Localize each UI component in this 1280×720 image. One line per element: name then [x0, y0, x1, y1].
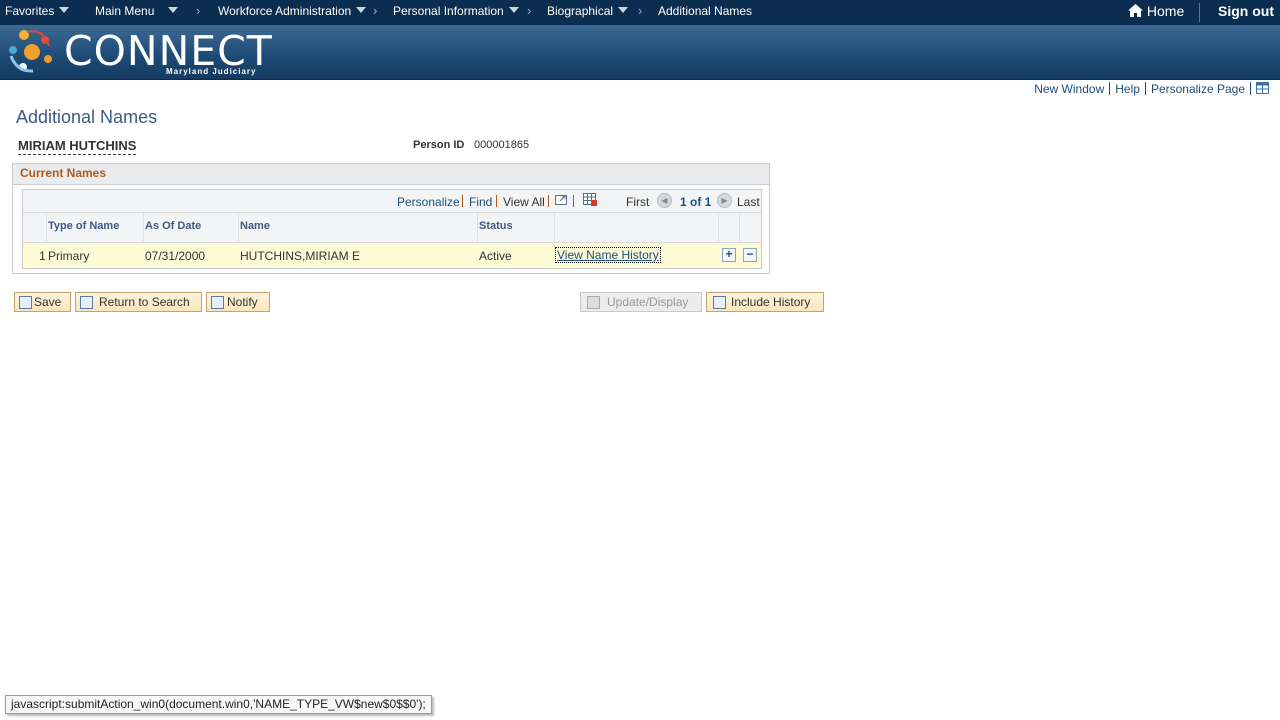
favorites-label: Favorites [5, 4, 55, 18]
signout-link[interactable]: Sign out [1218, 3, 1274, 19]
personalize-grid-link[interactable]: Personalize [397, 195, 460, 209]
group-title: Current Names [20, 166, 107, 180]
group-header: Current Names [13, 164, 769, 185]
view-name-history-link[interactable]: View Name History [555, 247, 661, 263]
save-label: Save [34, 295, 62, 309]
breadcrumb-additional-names: Additional Names [658, 4, 753, 18]
person-name[interactable]: MIRIAM HUTCHINS [18, 138, 137, 155]
help-link[interactable]: Help [1115, 82, 1140, 96]
view-all-link[interactable]: View All [503, 195, 545, 209]
main-menu-label: Main Menu [95, 4, 155, 18]
page-links: New Window Help Personalize Page [1034, 82, 1269, 96]
cell-status: Active [479, 249, 512, 263]
breadcrumb-workforce-administration[interactable]: Workforce Administration [218, 4, 367, 18]
row-number: 1 [39, 249, 46, 263]
include-history-icon [713, 296, 726, 309]
chevron-right-icon: › [196, 3, 201, 18]
next-icon[interactable]: ▶ [717, 193, 732, 208]
return-to-search-button[interactable]: Return to Search [75, 292, 202, 312]
grid-nav-bar: Personalize Find View All First ◀ 1 of 1… [23, 190, 761, 213]
page-title: Additional Names [16, 107, 158, 127]
notify-icon [211, 296, 224, 309]
column-header-name[interactable]: Name [240, 220, 270, 232]
zoom-grid-icon[interactable] [555, 194, 568, 206]
return-label: Return to Search [99, 295, 190, 309]
breadcrumb-label: Biographical [547, 4, 614, 18]
chevron-down-icon [618, 7, 629, 13]
include-label: Include History [731, 295, 811, 309]
column-header-date[interactable]: As Of Date [145, 220, 201, 232]
grid-header-row: Type of Name As Of Date Name Status [23, 213, 761, 243]
chevron-down-icon [168, 7, 179, 13]
nav-divider [496, 195, 497, 207]
chevron-down-icon [508, 7, 519, 13]
cell-name: HUTCHINS,MIRIAM E [240, 249, 360, 263]
home-label: Home [1146, 3, 1185, 19]
home-link[interactable]: Home [1128, 3, 1184, 19]
column-header-type[interactable]: Type of Name [48, 220, 119, 232]
nav-divider [462, 195, 463, 207]
browser-status-bar: javascript:submitAction_win0(document.wi… [5, 695, 432, 714]
column-divider [739, 213, 740, 242]
chevron-right-icon: › [527, 3, 532, 18]
include-history-button[interactable]: Include History [706, 292, 824, 312]
home-icon [1128, 4, 1143, 17]
save-button[interactable]: Save [14, 292, 71, 312]
nav-divider [573, 195, 574, 207]
breadcrumb-label: Workforce Administration [218, 4, 352, 18]
chevron-down-icon [59, 7, 70, 13]
logo-subtitle: Maryland Judiciary [166, 67, 257, 76]
column-divider [143, 213, 144, 242]
top-nav: Favorites Main Menu › Workforce Administ… [0, 0, 1280, 25]
table-row: 1 Primary 07/31/2000 HUTCHINS,MIRIAM E A… [23, 243, 761, 268]
person-id-value: 000001865 [474, 139, 530, 151]
row-count: 1 of 1 [680, 195, 712, 209]
link-divider [1109, 82, 1111, 95]
save-icon [19, 296, 32, 309]
current-names-group: Current Names Personalize Find View All … [12, 163, 770, 274]
chevron-right-icon: › [638, 3, 643, 18]
column-header-status[interactable]: Status [479, 220, 513, 232]
update-icon [587, 296, 600, 309]
chevron-right-icon: › [373, 3, 378, 18]
last-label: Last [737, 195, 760, 209]
delete-row-icon[interactable]: − [743, 248, 757, 262]
breadcrumb-label: Personal Information [393, 4, 504, 18]
return-search-icon [80, 296, 93, 309]
connect-logo-icon [9, 30, 52, 73]
favorites-menu[interactable]: Favorites [5, 4, 70, 18]
chevron-down-icon [356, 7, 367, 13]
link-divider [1250, 82, 1251, 95]
page-layout-icon[interactable] [1256, 82, 1269, 94]
column-divider [554, 213, 555, 242]
link-divider [1144, 82, 1146, 95]
column-divider [477, 213, 478, 242]
column-divider [238, 213, 239, 242]
cell-type: Primary [48, 249, 90, 263]
first-label: First [626, 195, 650, 209]
column-divider [718, 213, 719, 242]
names-grid: Personalize Find View All First ◀ 1 of 1… [22, 189, 762, 269]
add-row-icon[interactable]: + [722, 248, 736, 262]
banner: CONNECT Maryland Judiciary [0, 25, 1280, 80]
cell-date: 07/31/2000 [145, 249, 206, 263]
person-id-label: Person ID [413, 139, 465, 151]
find-link[interactable]: Find [469, 195, 492, 209]
download-grid-icon[interactable] [583, 193, 597, 206]
personalize-page-link[interactable]: Personalize Page [1151, 82, 1245, 96]
update-label: Update/Display [607, 295, 689, 309]
column-divider [46, 213, 47, 242]
nav-divider [1199, 3, 1200, 22]
breadcrumb-biographical[interactable]: Biographical [547, 4, 629, 18]
new-window-link[interactable]: New Window [1034, 82, 1104, 96]
update-display-button[interactable]: Update/Display [580, 292, 702, 312]
breadcrumb-personal-information[interactable]: Personal Information [393, 4, 519, 18]
notify-button[interactable]: Notify [206, 292, 270, 312]
nav-divider [548, 195, 549, 207]
previous-icon[interactable]: ◀ [657, 193, 672, 208]
main-menu[interactable]: Main Menu [95, 4, 179, 18]
notify-label: Notify [227, 295, 258, 309]
